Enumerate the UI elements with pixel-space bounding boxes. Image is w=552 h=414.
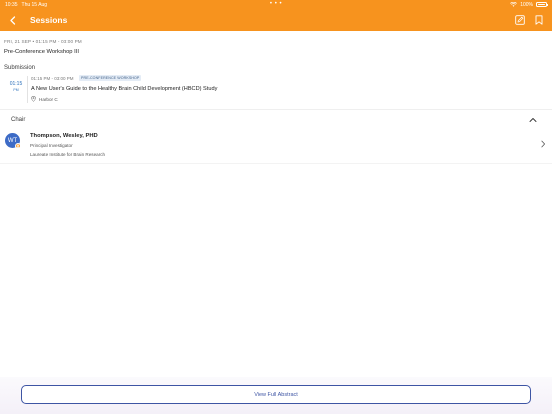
status-time: 10:35 bbox=[5, 1, 18, 8]
back-button[interactable] bbox=[1, 9, 23, 31]
chair-name: Thompson, Wesley, PHD bbox=[30, 133, 98, 139]
chevron-right-icon bbox=[541, 140, 545, 148]
chair-section-header[interactable]: Chair bbox=[0, 112, 552, 130]
status-left: 10:35 Thu 15 Aug bbox=[5, 2, 47, 8]
nav-bar: Sessions bbox=[0, 9, 552, 31]
submission-start-time: 01:15 bbox=[9, 81, 23, 87]
submission-location: Harbor C bbox=[39, 96, 58, 102]
divider bbox=[0, 109, 552, 110]
chair-role: Principal Investigator bbox=[30, 143, 73, 148]
status-date: Thu 15 Aug bbox=[21, 1, 48, 8]
location-pin-icon bbox=[31, 96, 36, 102]
view-full-abstract-label: View Full Abstract bbox=[254, 391, 298, 398]
battery-percent: 100% bbox=[520, 1, 533, 8]
submission-ampm: PM bbox=[13, 88, 19, 92]
session-title: Pre-Conference Workshop III bbox=[4, 49, 79, 55]
submission-title: A New User's Guide to the Healthy Brain … bbox=[31, 86, 218, 92]
status-right: 100% bbox=[510, 1, 548, 8]
chevron-up-icon bbox=[529, 118, 537, 122]
submission-tag: PRE-CONFERENCE WORKSHOP bbox=[79, 75, 142, 81]
person-glyph-icon bbox=[16, 144, 20, 148]
person-badge-icon bbox=[15, 143, 21, 149]
nav-actions bbox=[514, 14, 545, 26]
page-title: Sessions bbox=[30, 15, 68, 25]
battery-level bbox=[537, 3, 546, 6]
submission-time-badge: 01:15 PM bbox=[9, 81, 23, 92]
edit-note-icon bbox=[515, 15, 525, 25]
chair-section-label: Chair bbox=[11, 117, 26, 123]
battery-icon bbox=[536, 2, 548, 7]
submission-row[interactable]: 01:15 PM 01:15 PM - 03:00 PM PRE-CONFERE… bbox=[0, 74, 552, 106]
edit-note-button[interactable] bbox=[514, 14, 526, 26]
chevron-left-icon bbox=[9, 15, 15, 25]
divider bbox=[0, 163, 552, 164]
chair-person-row[interactable]: WT Thompson, Wesley, PHD Principal Inves… bbox=[0, 129, 552, 161]
bookmark-button[interactable] bbox=[533, 14, 545, 26]
submission-section-label: Submission bbox=[4, 65, 36, 71]
session-date-time: FRI, 21 SEP • 01:15 PM - 03:00 PM bbox=[4, 39, 82, 44]
chair-organization: Laureate Institute for Brain Research bbox=[30, 152, 106, 157]
view-full-abstract-button[interactable]: View Full Abstract bbox=[21, 385, 531, 404]
submission-divider bbox=[27, 76, 28, 103]
submission-time-range: 01:15 PM - 03:00 PM bbox=[31, 76, 74, 81]
status-bar: 10:35 Thu 15 Aug • • • 100% bbox=[0, 0, 552, 9]
bottom-bar: View Full Abstract bbox=[0, 377, 552, 414]
bookmark-icon bbox=[535, 15, 543, 25]
wifi-icon bbox=[510, 2, 518, 7]
multitasking-dots[interactable]: • • • bbox=[270, 1, 282, 7]
